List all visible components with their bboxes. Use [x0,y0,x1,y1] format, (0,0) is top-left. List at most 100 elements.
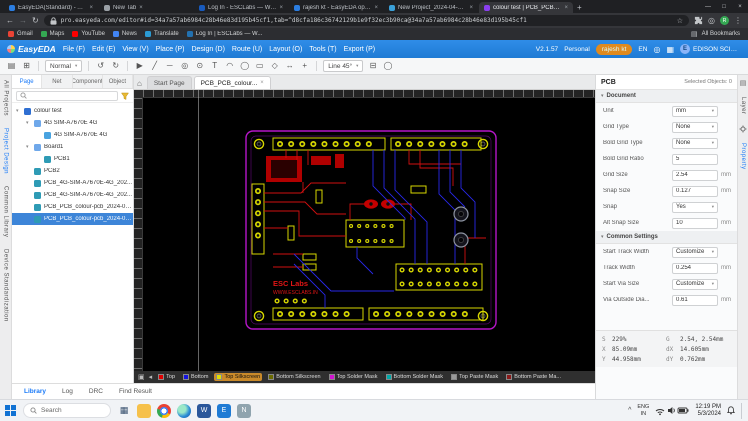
bold-grid-type-select[interactable]: None▾ [672,138,718,149]
team-account[interactable]: E EDISON SCIEN... [680,44,741,54]
snap-select[interactable]: Yes▾ [672,202,718,213]
snap-size-input[interactable] [676,188,714,194]
layer-top-solder-mask[interactable]: Top Solder Mask [327,373,380,381]
word-icon[interactable]: W [197,404,211,418]
dimension-tool-icon[interactable]: ↔ [284,62,295,70]
menu-place[interactable]: Place (P) [156,46,185,53]
all-bookmarks[interactable]: ▤ All Bookmarks [691,30,740,38]
layer-bottom-solder-mask[interactable]: Bottom Solder Mask [384,373,446,381]
menu-layout[interactable]: Layout (O) [269,46,302,53]
tree-item-pcb[interactable]: PCB2 [12,165,133,177]
easyeda-app-icon[interactable]: E [217,404,231,418]
expander-icon[interactable]: ▾ [16,108,21,114]
apps-grid-icon[interactable]: ▦ [666,45,674,54]
expander-icon[interactable]: ▾ [26,144,31,150]
tree-item-project[interactable]: ▾ colour test [12,105,133,117]
url-bar[interactable]: pro.easyeda.com/editor#id=34a7a57ab6984c… [44,15,689,26]
rail-tab-property[interactable]: Property [740,143,746,170]
plan-label[interactable]: Personal [564,46,590,53]
bookmark-item[interactable]: Log In | ESCLabs — W... [187,31,263,37]
tree-item-pcb[interactable]: PCB_4G-SIM-A7670E-4G_202... [12,189,133,201]
tree-item-schematic[interactable]: 4G SIM-A7670E 4G [12,129,133,141]
menu-design[interactable]: Design (D) [191,46,224,53]
language-toggle[interactable]: EN [638,46,647,53]
language-indicator[interactable]: ENG IN [637,404,649,416]
track-width-input[interactable] [676,265,714,271]
profile-avatar[interactable]: R [720,16,729,25]
reload-icon[interactable]: ↻ [32,17,39,25]
browser-menu-icon[interactable]: ⋮ [734,17,742,25]
bookmark-star-icon[interactable]: ☆ [677,17,683,25]
text-tool-icon[interactable]: T [209,62,220,70]
rail-common-library[interactable]: Common Library [3,186,9,237]
bold-grid-ratio-input[interactable] [676,156,714,162]
tab-close-icon[interactable]: × [89,5,93,11]
menu-view[interactable]: View (V) [122,46,148,53]
tab-object[interactable]: Object [103,75,133,88]
grid-type-select[interactable]: None▾ [672,122,718,133]
tab-close-icon[interactable]: × [564,5,568,11]
bookmark-item[interactable]: Translate [145,31,179,37]
new-tab-button[interactable]: + [577,3,582,12]
notepad-icon[interactable]: N [237,404,251,418]
file-explorer-icon[interactable] [137,404,151,418]
bookmark-item[interactable]: News [113,31,137,37]
menu-export[interactable]: Export (P) [344,46,376,53]
undo-icon[interactable]: ↺ [95,62,106,70]
measure-tool-icon[interactable]: ⊟ [367,62,378,70]
pad-tool-icon[interactable]: ⊙ [194,62,205,70]
tab-drc[interactable]: DRC [89,388,103,395]
pcb-drawing[interactable]: ESC Labs WWW.ESCLABS.IN [143,98,595,371]
notifications-icon[interactable]: ◎ [653,45,660,54]
gear-icon[interactable] [739,125,747,133]
origin-tool-icon[interactable]: + [299,62,310,70]
layers-icon[interactable]: ▣ [138,373,145,381]
rail-device-standardization[interactable]: Device Standardization [3,249,9,322]
tab-close-icon[interactable]: × [260,80,264,86]
browser-tab[interactable]: EasyEDA(Standard) - A S... × [4,2,98,13]
bookmark-item[interactable]: Gmail [8,31,33,37]
notifications-bell-icon[interactable] [727,406,735,415]
home-icon[interactable]: ⌂ [137,79,142,88]
doc-tab-pcb[interactable]: PCB_PCB_colour... × [194,76,271,89]
canvas-mode-select[interactable]: Normal▾ [45,60,82,72]
section-document[interactable]: ▾ Document [596,90,737,103]
edge-icon[interactable] [177,404,191,418]
tray-status-icons[interactable] [655,405,689,416]
line-tool-icon[interactable]: ─ [164,62,175,70]
layer-top[interactable]: Top [156,373,177,381]
polygon-tool-icon[interactable]: ◇ [269,62,280,70]
alt-snap-size-input[interactable] [676,220,714,226]
grid-toggle-icon[interactable]: ⊞ [21,62,32,70]
section-common-settings[interactable]: ▾ Common Settings [596,231,737,244]
tab-close-icon[interactable]: × [139,5,143,11]
tray-expand-icon[interactable]: ^ [628,407,631,414]
layer-bottom-silkscreen[interactable]: Bottom Silkscreen [266,373,322,381]
tab-page[interactable]: Page [12,75,42,88]
doc-tab-start-page[interactable]: Start Page [147,76,192,89]
maximize-button[interactable]: □ [716,4,732,10]
via-tool-icon[interactable]: ◎ [179,62,190,70]
line-angle-select[interactable]: Line 45°▾ [323,60,363,72]
layer-top-silkscreen[interactable]: Top Silkscreen [214,373,262,381]
tree-item-pcb[interactable]: PCB_PCB_colour-pcb_2024-04... [12,201,133,213]
menu-file[interactable]: File (F) [63,46,85,53]
minimize-button[interactable]: — [700,4,716,10]
select-tool-icon[interactable]: ▶ [134,62,145,70]
via-outside-dia-input[interactable] [676,297,714,303]
layers-icon[interactable]: ▤ [740,79,747,87]
browser-tab[interactable]: rajesh kt - EasyEDA open... × [289,2,383,13]
show-desktop-button[interactable] [741,403,743,419]
user-account-pill[interactable]: rajesh kt [596,44,633,55]
easyeda-logo[interactable]: EasyEDA [7,44,56,54]
filter-funnel-icon[interactable] [121,92,129,100]
layer-top-paste-mask[interactable]: Top Paste Mask [449,373,500,381]
menu-route[interactable]: Route (U) [232,46,262,53]
browser-tab[interactable]: Log In - ESCLabs — Word... × [194,2,288,13]
menu-edit[interactable]: Edit (E) [92,46,115,53]
arc-tool-icon[interactable]: ◠ [224,62,235,70]
layer-scroll-left-icon[interactable]: ◂ [149,373,153,381]
tab-log[interactable]: Log [62,388,73,395]
circle-tool-icon[interactable]: ◯ [239,62,250,70]
bookmark-item[interactable]: YouTube [72,31,105,37]
